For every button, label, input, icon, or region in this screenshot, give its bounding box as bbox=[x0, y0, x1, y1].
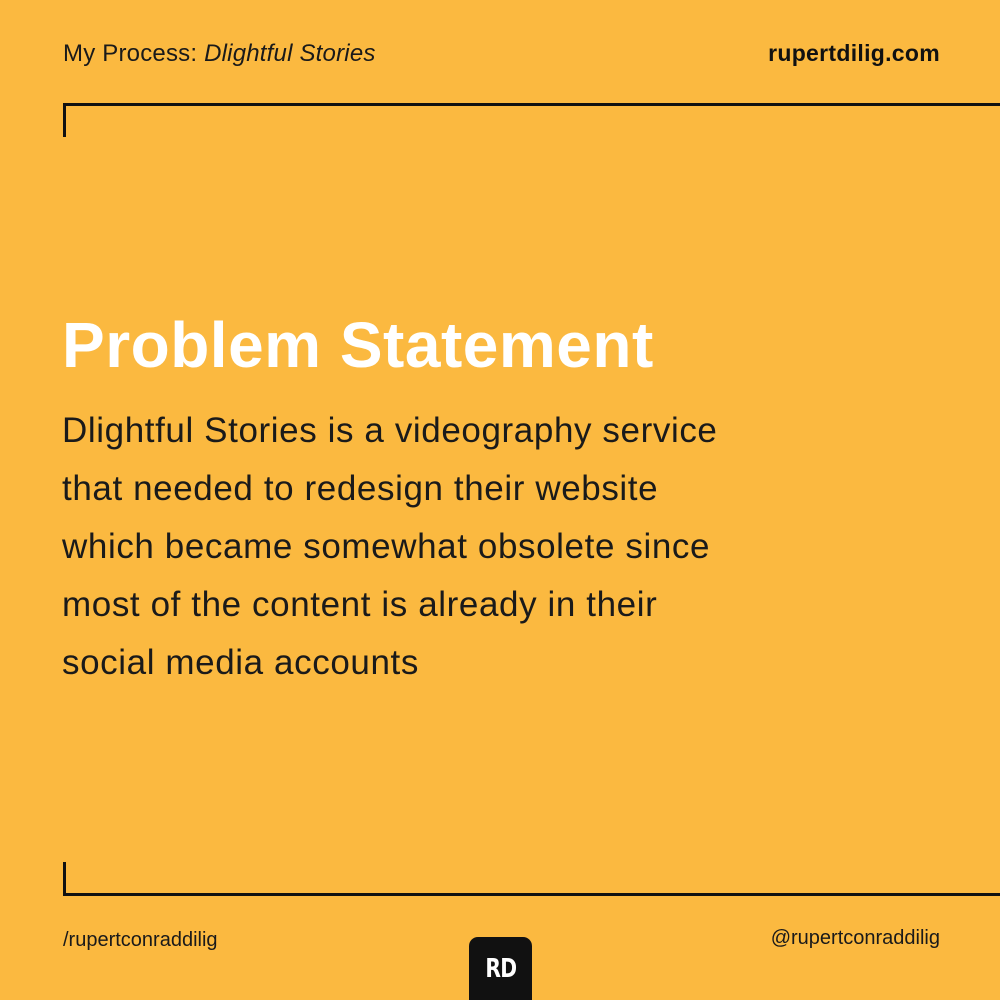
social-handle-right[interactable]: @rupertconraddilig bbox=[771, 927, 940, 950]
body-line: that needed to redesign their website bbox=[62, 469, 659, 508]
body-line: Dlightful Stories is a videography servi… bbox=[62, 411, 718, 450]
social-handle-left[interactable]: /rupertconraddilig bbox=[63, 929, 218, 952]
logo-text: RD bbox=[485, 953, 517, 984]
slide: My Process: Dlightful Stories rupertdili… bbox=[0, 0, 1000, 1000]
page-title: Problem Statement bbox=[62, 309, 654, 381]
bottom-bracket-divider bbox=[63, 862, 1000, 896]
problem-statement-body: Dlightful Stories is a videography servi… bbox=[62, 402, 862, 692]
top-bracket-divider bbox=[63, 103, 1000, 137]
header-prefix: My Process: bbox=[63, 40, 205, 67]
header-project-name: Dlightful Stories bbox=[204, 40, 376, 67]
body-line: most of the content is already in their bbox=[62, 585, 658, 624]
body-line: social media accounts bbox=[62, 643, 419, 682]
body-line: which became somewhat obsolete since bbox=[62, 527, 711, 566]
header-title: My Process: Dlightful Stories bbox=[63, 40, 376, 68]
site-url[interactable]: rupertdilig.com bbox=[768, 40, 940, 67]
rd-logo: RD bbox=[469, 937, 532, 1000]
